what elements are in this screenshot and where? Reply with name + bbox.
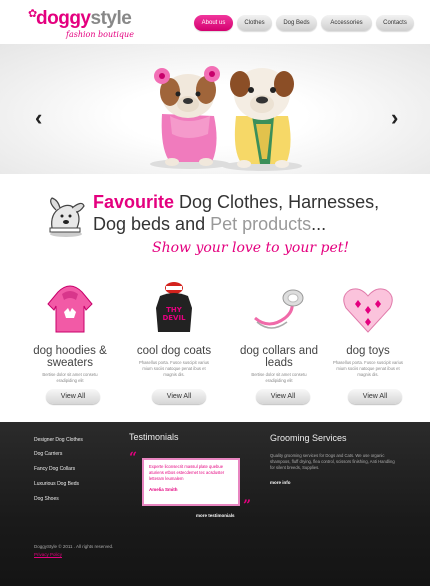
view-all-button[interactable]: View All — [46, 389, 100, 404]
hero-slider: ‹ › — [0, 44, 430, 174]
logo-text: doggystyle — [36, 8, 132, 29]
footer-links: Designer Dog Clothes Dog Carriers Fancy … — [34, 436, 83, 510]
headline: Favourite Dog Clothes, Harnesses, Dog be… — [93, 192, 380, 234]
footer-link-carriers[interactable]: Dog Carriers — [34, 450, 83, 465]
svg-text:DEVIL: DEVIL — [162, 314, 186, 322]
view-all-button[interactable]: View All — [256, 389, 310, 404]
header: ✿ doggystyle fashion boutique About us C… — [0, 0, 430, 44]
nav-contacts[interactable]: Contacts — [376, 15, 414, 31]
footer-link-shoes[interactable]: Dog Shoes — [34, 495, 83, 510]
logo-tagline: fashion boutique — [66, 30, 134, 39]
nav-dog-beds[interactable]: Dog Beds — [276, 15, 317, 31]
leash-image[interactable] — [249, 278, 309, 338]
hero-dogs-image — [150, 66, 302, 171]
close-quote-icon: ” — [243, 498, 252, 514]
pink-hoodie-image[interactable] — [40, 278, 100, 338]
more-info-link[interactable]: more info — [270, 480, 291, 485]
heart-toy-image[interactable] — [338, 278, 398, 338]
copyright: DoggyStyle © 2011 . All rights reserved. — [34, 544, 114, 549]
more-testimonials-link[interactable]: more testimonials — [196, 513, 235, 518]
product-description: Phasellus porta. Fusce suscipit varius m… — [332, 360, 404, 377]
slogan: Show your love to your pet! — [152, 240, 350, 256]
nav-about-us[interactable]: About us — [194, 15, 233, 31]
grooming-title: Grooming Services — [270, 433, 347, 443]
testimonial-text: Experte liconsecrit massul plate quebue … — [149, 464, 225, 481]
product-title[interactable]: dog collars and leads — [229, 345, 329, 369]
product-toys: dog toys Phasellus porta. Fusce suscipit… — [318, 278, 418, 378]
testimonial-box: Experte liconsecrit massul plate quebue … — [142, 458, 240, 506]
nav-accessories[interactable]: Accessories — [321, 15, 372, 31]
product-description: Phasellus porta. Fusce suscipit varius m… — [138, 360, 210, 377]
view-all-button[interactable]: View All — [152, 389, 206, 404]
privacy-policy-link[interactable]: Privacy Policy — [34, 552, 62, 557]
dog-mascot-icon — [49, 197, 85, 237]
footer-link-designer-clothes[interactable]: Designer Dog Clothes — [34, 436, 83, 450]
prev-slide-arrow-icon[interactable]: ‹ — [35, 107, 42, 129]
product-title[interactable]: dog hoodies & sweaters — [20, 345, 120, 369]
svg-text:THY: THY — [166, 306, 183, 314]
site-logo[interactable]: ✿ doggystyle fashion boutique — [28, 6, 138, 40]
footer-link-collars[interactable]: Fancy Dog Collars — [34, 465, 83, 480]
grooming-text: Quality grooming services for Dogs and C… — [270, 453, 395, 470]
product-description: Bertise dolor sit amet consetu eradipidi… — [251, 372, 307, 383]
testimonial-author: Amelia Smith — [149, 487, 178, 492]
open-quote-icon: “ — [129, 450, 138, 466]
footer: Designer Dog Clothes Dog Carriers Fancy … — [0, 422, 430, 586]
product-collars: dog collars and leads Bertise dolor sit … — [229, 278, 329, 384]
product-title[interactable]: cool dog coats — [124, 345, 224, 357]
testimonials-title: Testimonials — [129, 432, 179, 442]
product-description: Bertise dolor sit amet consetu eradipidi… — [42, 372, 98, 383]
main-nav: About us Clothes Dog Beds Accessories Co… — [194, 15, 414, 31]
black-coat-image[interactable]: THY DEVIL — [144, 278, 204, 338]
product-hoodies: dog hoodies & sweaters Bertise dolor sit… — [20, 278, 120, 384]
view-all-button[interactable]: View All — [348, 389, 402, 404]
nav-clothes[interactable]: Clothes — [237, 15, 272, 31]
product-title[interactable]: dog toys — [318, 345, 418, 357]
product-coats: THY DEVIL cool dog coats Phasellus porta… — [124, 278, 224, 378]
next-slide-arrow-icon[interactable]: › — [391, 107, 398, 129]
footer-link-beds[interactable]: Luxurious Dog Beds — [34, 480, 83, 495]
